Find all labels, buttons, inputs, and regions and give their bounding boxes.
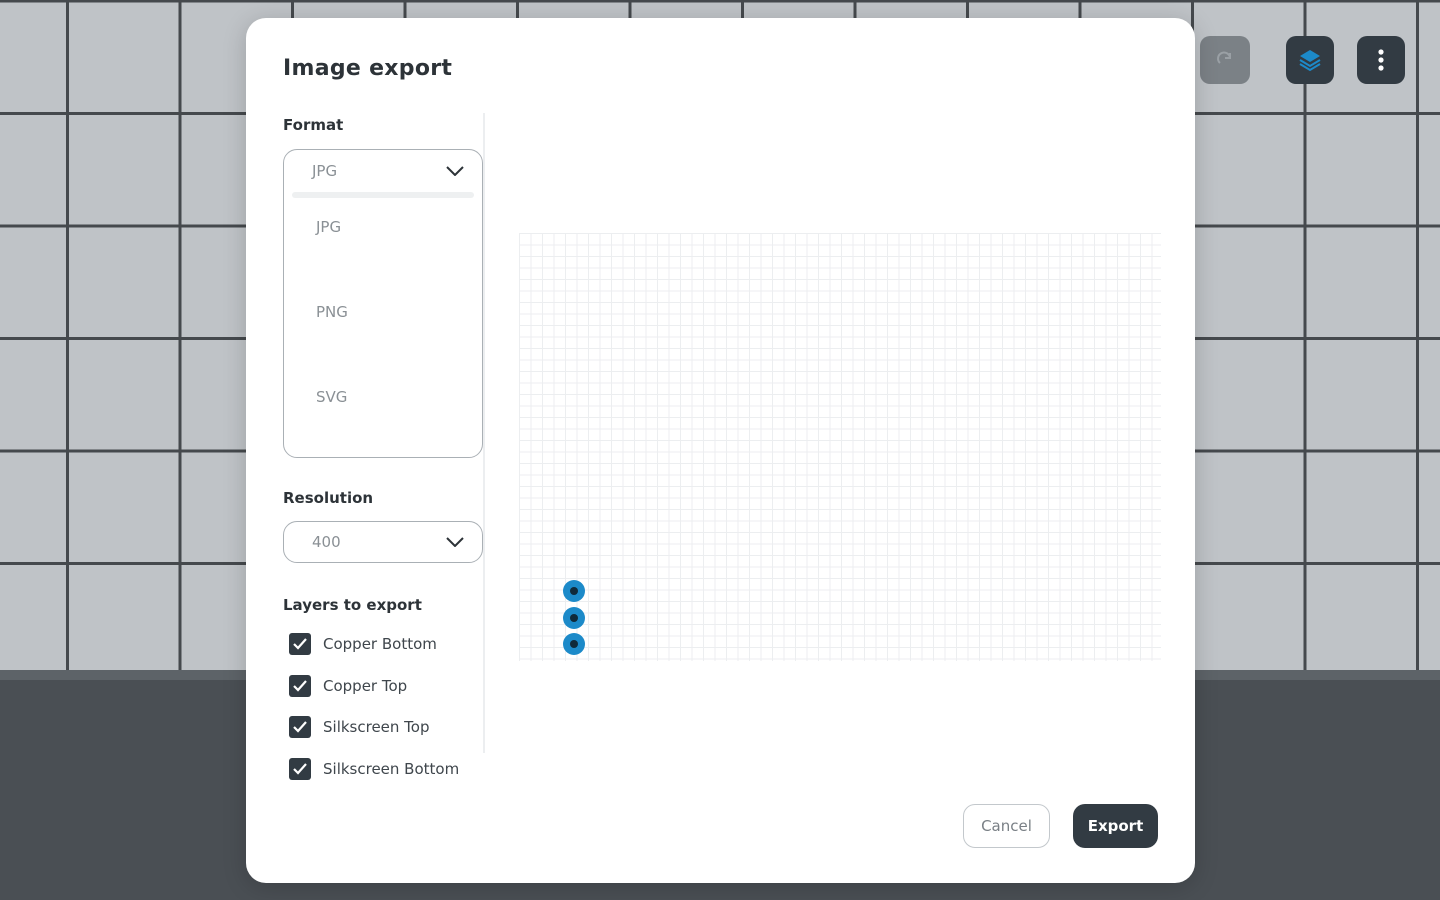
pad [563,607,585,629]
layer-option-copper-top[interactable]: Copper Top [289,675,407,697]
checkbox-checked[interactable] [289,716,311,738]
layer-label: Copper Bottom [323,635,437,653]
check-icon [293,680,307,692]
pad [563,633,585,655]
image-export-dialog: Image export Format JPG JPG PNG SVG Reso… [246,18,1195,883]
check-icon [293,721,307,733]
dialog-title: Image export [283,56,453,81]
export-button[interactable]: Export [1073,804,1158,848]
pad [563,580,585,602]
cancel-button[interactable]: Cancel [963,804,1050,848]
resolution-selected-value: 400 [312,533,341,551]
format-selected-value: JPG [312,162,338,180]
layer-label: Silkscreen Bottom [323,760,460,778]
layer-option-silkscreen-bottom[interactable]: Silkscreen Bottom [289,758,459,780]
check-icon [293,763,307,775]
layer-option-silkscreen-top[interactable]: Silkscreen Top [289,716,430,738]
chevron-down-icon [446,537,464,547]
layers-button[interactable] [1286,36,1334,84]
more-vertical-icon [1378,49,1384,71]
resolution-dropdown[interactable]: 400 [283,521,483,563]
format-option-jpg[interactable]: JPG [284,198,482,283]
redo-button[interactable] [1200,36,1250,84]
check-icon [293,638,307,650]
format-option-svg[interactable]: SVG [284,368,482,453]
layer-label: Copper Top [323,677,408,695]
sidebar-divider [483,113,485,753]
more-options-button[interactable] [1357,36,1405,84]
resolution-select-head[interactable]: 400 [284,522,482,562]
format-label: Format [283,116,344,134]
checkbox-checked[interactable] [289,758,311,780]
resolution-label: Resolution [283,489,374,507]
format-dropdown[interactable]: JPG JPG PNG SVG [283,149,483,458]
layer-option-copper-bottom[interactable]: Copper Bottom [289,633,437,655]
checkbox-checked[interactable] [289,675,311,697]
export-preview [519,233,1161,661]
layer-label: Silkscreen Top [323,718,430,736]
checkbox-checked[interactable] [289,633,311,655]
format-select-head[interactable]: JPG [284,150,482,192]
format-option-png[interactable]: PNG [284,283,482,368]
chevron-down-icon [446,166,464,176]
layers-icon [1299,50,1321,72]
redo-icon [1217,51,1231,64]
layers-label: Layers to export [283,596,422,614]
